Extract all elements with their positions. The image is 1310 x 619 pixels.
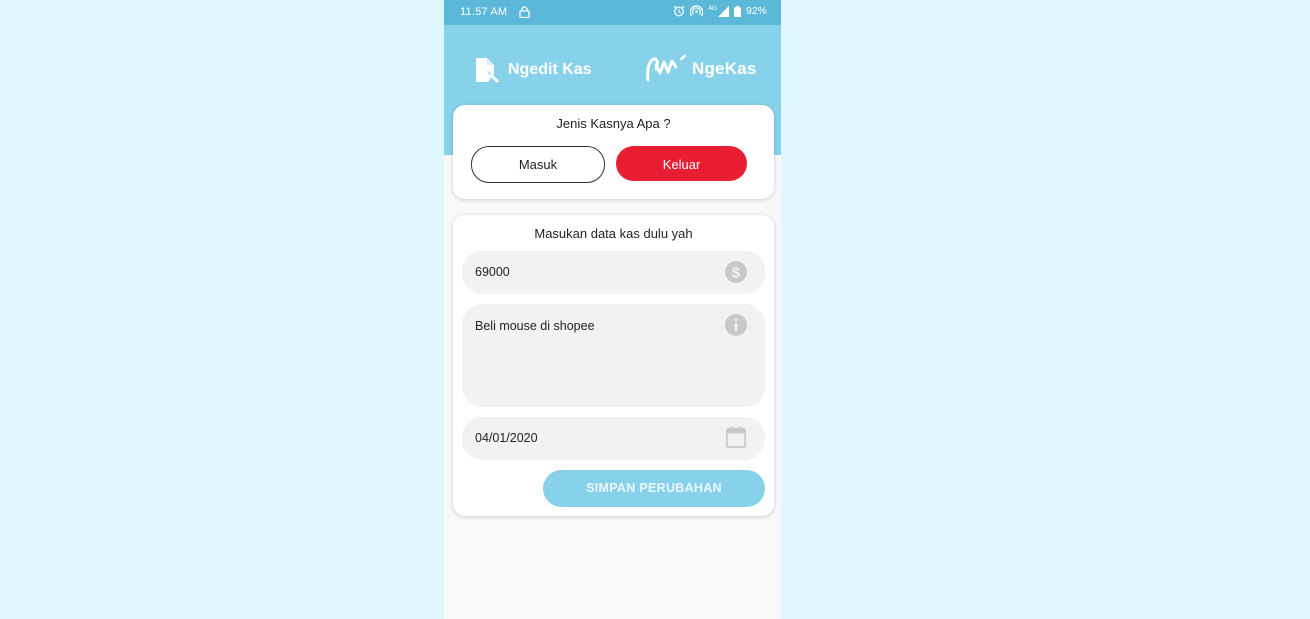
hotspot-icon [690,5,704,17]
signal-indicator: 4G [708,4,729,17]
battery-percent: 92% [745,5,767,17]
network-type-label: 4G [708,4,717,12]
signal-icon [717,5,729,17]
alarm-icon [673,5,685,17]
description-value: Beli mouse di shopee [475,319,595,333]
ngekas-logo-icon [646,54,687,82]
lock-icon [519,6,530,18]
date-field[interactable]: 04/01/2020 [462,417,765,460]
cash-type-card: Jenis Kasnya Apa ? Masuk Keluar [453,105,774,199]
save-changes-button[interactable]: SIMPAN PERUBAHAN [543,470,765,507]
status-icons: 4G 92% [673,5,767,17]
status-bar: 11.57 AM 4G 92% [444,0,781,25]
amount-value: 69000 [475,265,510,279]
document-edit-icon [476,58,499,83]
amount-field[interactable]: 69000 $ [462,251,765,294]
status-time: 11.57 AM [460,6,508,18]
battery-icon [733,5,741,17]
svg-text:$: $ [732,265,741,282]
date-value: 04/01/2020 [475,431,538,445]
dollar-icon: $ [725,261,747,283]
income-button[interactable]: Masuk [471,146,605,183]
info-icon [725,314,747,336]
page-title: Ngedit Kas [508,61,592,78]
description-field[interactable]: Beli mouse di shopee [462,304,765,407]
brand-name: NgeKas [692,59,757,78]
cash-type-title: Jenis Kasnya Apa ? [556,116,671,131]
cash-data-card: Masukan data kas dulu yah 69000 $ Beli m… [453,215,774,516]
phone-screen: 11.57 AM 4G 92% Ngedit Kas NgeKas Jenis … [444,0,781,619]
cash-data-title: Masukan data kas dulu yah [534,226,693,241]
calendar-icon[interactable] [725,426,747,448]
expense-button[interactable]: Keluar [616,146,747,181]
